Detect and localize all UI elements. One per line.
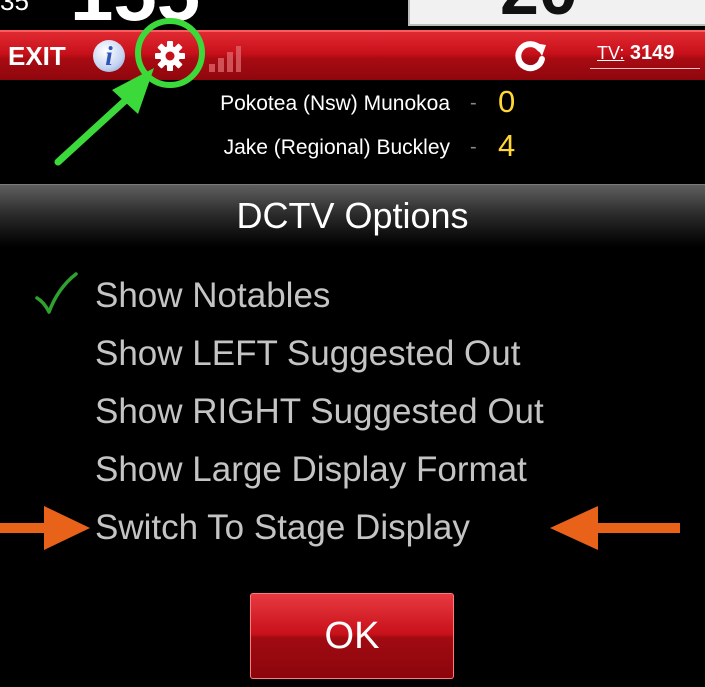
orange-arrow-left-pointing-icon	[550, 506, 680, 550]
tv-underline	[590, 68, 700, 69]
options-dialog: DCTV Options Show Notables Show LEFT Sug…	[0, 184, 705, 687]
signal-bars-icon	[209, 46, 241, 72]
tv-count: TV: 3149	[597, 42, 674, 65]
tv-value: 3149	[629, 42, 675, 64]
player-score: 0	[498, 84, 516, 119]
top-right-score-box: 20 72	[408, 0, 705, 29]
ok-button[interactable]: OK	[250, 593, 454, 679]
player-name: Jake (Regional) Buckley	[223, 136, 450, 159]
refresh-icon[interactable]	[512, 39, 548, 75]
option-show-left-suggested-out[interactable]: Show LEFT Suggested Out	[95, 334, 520, 384]
player-score: 4	[498, 128, 516, 163]
dialog-title: DCTV Options	[236, 195, 469, 236]
player-dash: -	[470, 92, 477, 114]
option-show-notables[interactable]: Show Notables	[95, 276, 330, 326]
top-right-small-number: 72	[673, 0, 700, 6]
checkmark-icon	[35, 272, 78, 314]
top-left-small-number: 35	[0, 0, 29, 16]
green-arrow-icon	[54, 68, 154, 166]
option-show-large-display-format[interactable]: Show Large Display Format	[95, 450, 527, 500]
player-name: Pokotea (Nsw) Munokoa	[220, 92, 450, 115]
option-show-right-suggested-out[interactable]: Show RIGHT Suggested Out	[95, 392, 544, 442]
option-switch-to-stage-display[interactable]: Switch To Stage Display	[95, 508, 470, 558]
top-score-strip: 35 155 20 72	[0, 0, 705, 30]
player-dash: -	[470, 136, 477, 158]
tv-prefix: TV:	[597, 43, 625, 63]
dialog-header: DCTV Options	[0, 184, 705, 247]
orange-arrow-right-pointing-icon	[0, 506, 90, 550]
dctv-screen: 35 155 20 72 EXIT i	[0, 0, 705, 687]
top-right-big-score: 20	[500, 0, 578, 30]
